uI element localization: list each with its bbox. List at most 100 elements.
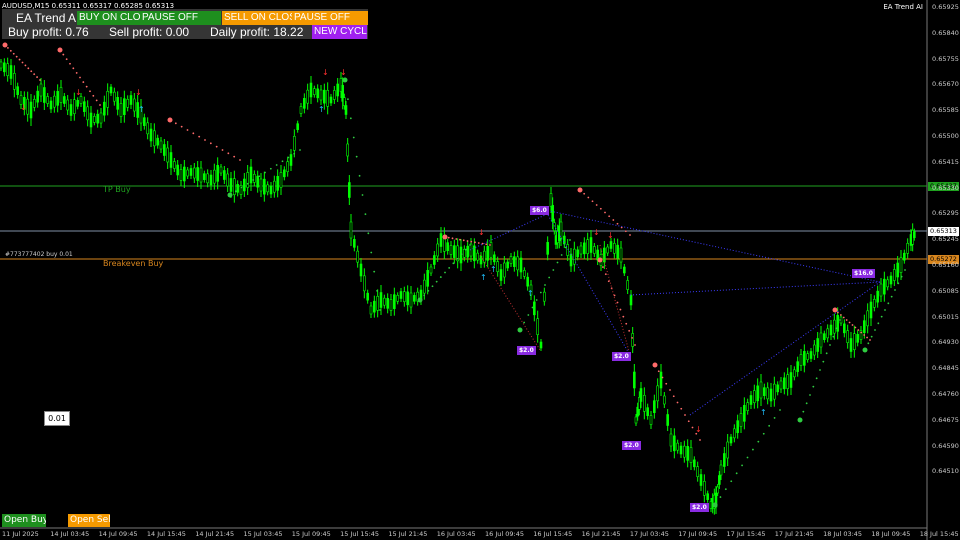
price-tick-label: 0.64590	[932, 441, 959, 450]
candle-body	[763, 387, 766, 396]
trail-dot	[887, 302, 890, 305]
lot-size-input[interactable]: 0.01	[44, 411, 70, 426]
candle-body	[519, 257, 523, 273]
candle-body	[503, 262, 506, 278]
trail-dot	[676, 401, 679, 404]
candle-body	[149, 128, 153, 142]
candle-body	[273, 180, 276, 193]
candle-body	[446, 242, 449, 251]
price-tick-label: 0.65085	[932, 286, 959, 295]
trail-dot	[517, 327, 523, 333]
candle-body	[263, 178, 266, 195]
trade-connector	[629, 281, 881, 296]
order-label: #773777402 buy 0.01	[5, 251, 73, 258]
candle-body	[106, 91, 109, 108]
trail-dot	[628, 329, 631, 332]
trade-connector-lines	[469, 209, 881, 416]
candle-body	[348, 182, 351, 198]
candle-body	[336, 83, 339, 97]
panel-title: EA Trend A	[16, 11, 77, 25]
candle-body	[493, 254, 496, 263]
trail-dot	[204, 139, 206, 141]
trail-dot	[616, 301, 619, 304]
candle-body	[743, 405, 746, 422]
time-tick-label: 15 Jul 03:45	[243, 530, 283, 538]
candle-body	[333, 90, 336, 100]
trail-dot	[21, 61, 24, 64]
trail-dot	[281, 160, 284, 163]
price-tick-label: 0.65015	[932, 312, 959, 321]
candle-body	[786, 374, 789, 389]
trail-dot	[599, 207, 602, 210]
sell-arrow-icon: ↓	[340, 68, 347, 77]
candle-body	[83, 101, 86, 112]
trail-dot	[631, 337, 633, 339]
candle-body	[319, 89, 323, 101]
trail-dot	[870, 335, 873, 338]
candle-body	[169, 152, 173, 168]
trail-dot	[812, 385, 815, 388]
time-tick-label: 16 Jul 21:45	[581, 530, 621, 538]
trail-dot	[797, 417, 803, 423]
open-buy-button[interactable]: Open Buy	[2, 514, 46, 527]
trail-dot	[72, 67, 75, 70]
trail-dot	[862, 347, 868, 353]
trail-dot	[857, 329, 860, 331]
price-tick-label: 0.65415	[932, 157, 959, 166]
sell-on-close-button[interactable]: SELL ON CLOSE SELL	[222, 11, 296, 25]
trail-dot	[186, 129, 189, 131]
candle-body	[733, 428, 736, 439]
trail-dot	[299, 149, 301, 151]
candle-body	[536, 318, 539, 335]
candle-body	[9, 65, 13, 79]
trail-dot	[12, 52, 15, 55]
candle-body	[249, 166, 253, 184]
candle-body	[409, 292, 413, 308]
new-cycle-button[interactable]: NEW CYCLE	[312, 25, 367, 39]
trail-dot	[583, 192, 586, 195]
candle-body	[396, 295, 399, 302]
trail-dot	[464, 248, 467, 251]
candle-body	[43, 87, 46, 103]
buy-arrow-icon: ↑	[480, 273, 487, 282]
candle-body	[513, 256, 516, 267]
candle-body	[329, 96, 333, 104]
candle-body	[739, 413, 743, 427]
trail-dot	[452, 262, 455, 265]
candle-body	[559, 221, 563, 239]
trail-dot	[240, 186, 243, 189]
candle-body	[899, 257, 903, 273]
trail-dot	[880, 315, 883, 318]
candle-body	[279, 172, 283, 188]
buy-profit: Buy profit: 0.76	[8, 25, 89, 39]
trail-dot	[866, 336, 868, 339]
candle-body	[433, 255, 436, 265]
price-tick-label: 0.65295	[932, 209, 959, 218]
trail-dot	[447, 236, 450, 239]
trail-dot	[477, 242, 480, 244]
candle-body	[439, 233, 443, 247]
candlesticks	[0, 57, 916, 515]
candle-body	[246, 172, 249, 188]
buy-pause-button[interactable]: PAUSE OFF	[140, 11, 221, 25]
candle-body	[843, 323, 846, 334]
candle-body	[659, 371, 663, 389]
sell-pause-button[interactable]: PAUSE OFF	[292, 11, 368, 25]
candle-body	[506, 261, 509, 269]
trail-dot	[597, 257, 603, 263]
candle-body	[718, 475, 721, 485]
candle-body	[89, 112, 93, 128]
candle-body	[13, 73, 16, 90]
buy-on-close-button[interactable]: BUY ON CLOSE BUY	[77, 11, 144, 25]
candle-body	[53, 95, 56, 108]
trail-dot	[62, 53, 65, 56]
price-chart[interactable]: ↓↓ ↓↓ ↓↓ ↓ ↓↓↑ ↑↑↑↑↑	[0, 0, 960, 540]
candle-body	[76, 100, 79, 107]
open-sell-button[interactable]: Open Sell	[68, 514, 110, 527]
time-tick-label: 17 Jul 15:45	[726, 530, 766, 538]
trail-dot	[832, 335, 835, 338]
trail-dot	[264, 171, 266, 174]
trail-dot	[167, 117, 173, 123]
sell-arrow-icon: ↓	[322, 68, 329, 77]
sell-profit: Sell profit: 0.00	[109, 25, 190, 39]
